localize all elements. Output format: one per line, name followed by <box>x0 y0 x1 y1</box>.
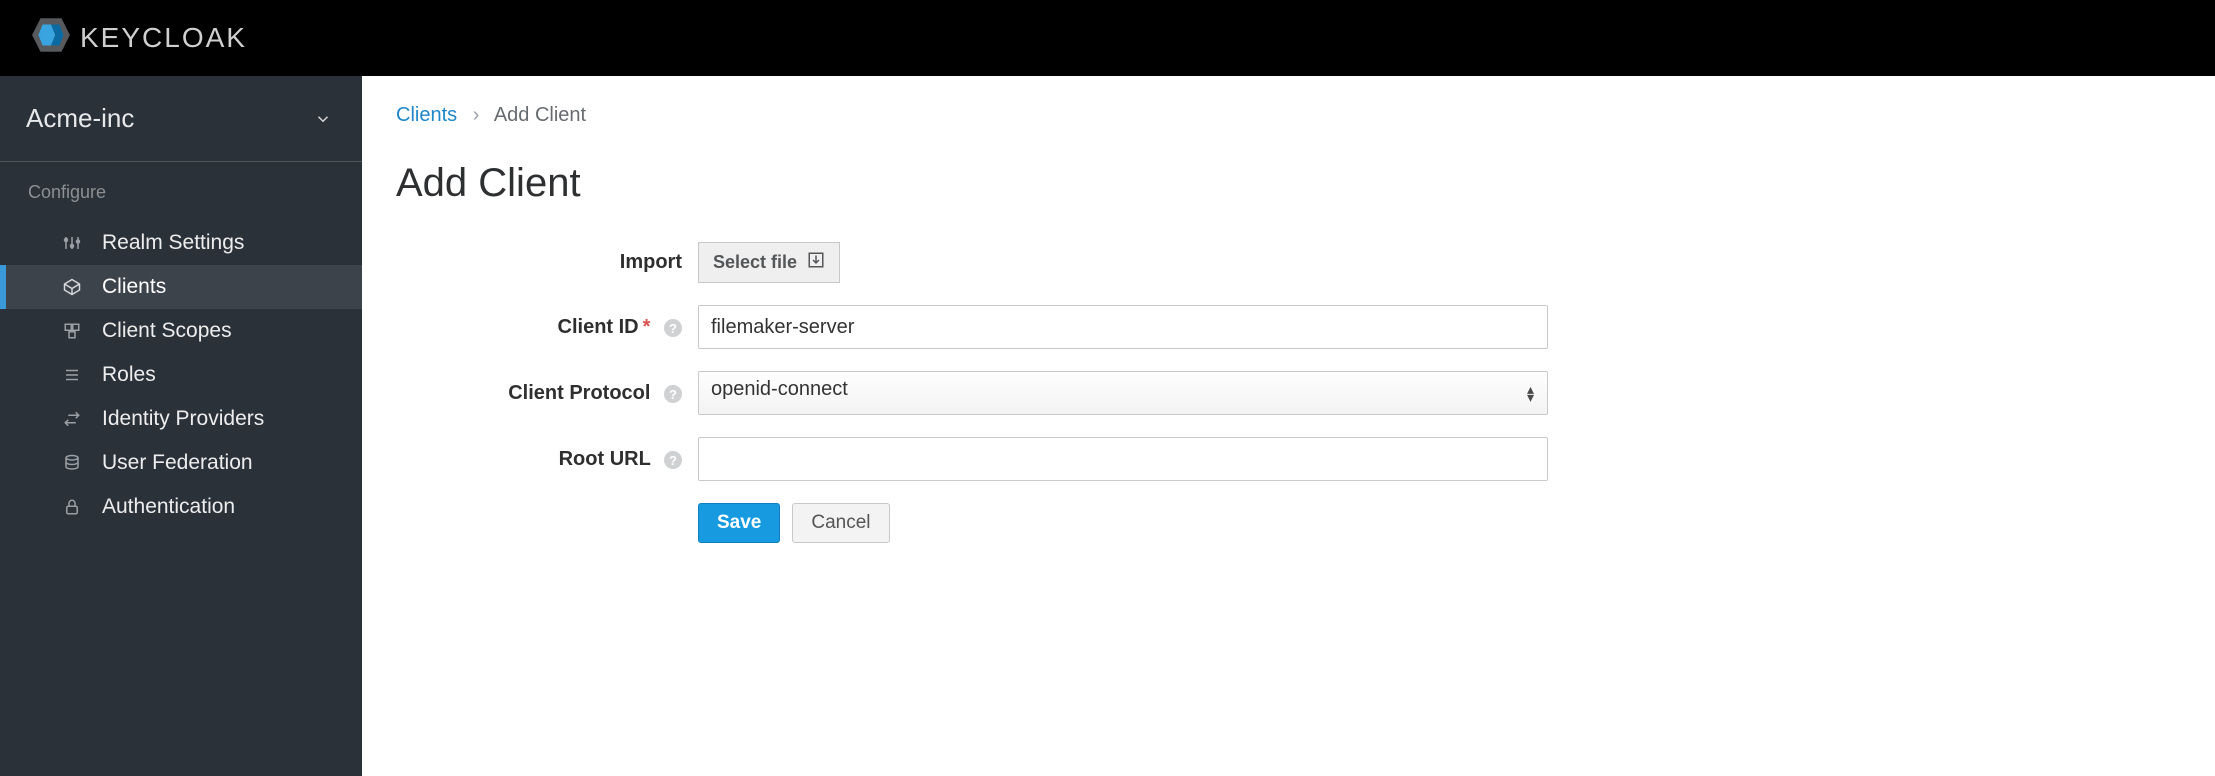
database-icon <box>60 454 84 472</box>
sidebar-item-label: Identity Providers <box>102 407 264 431</box>
help-icon[interactable]: ? <box>664 385 682 403</box>
breadcrumb: Clients › Add Client <box>396 104 2183 127</box>
import-label: Import <box>396 251 698 274</box>
client-id-label: Client ID* ? <box>396 316 698 339</box>
import-icon <box>807 251 825 274</box>
brand-logo[interactable]: KEYCLOAK <box>30 14 247 62</box>
sidebar-section-label: Configure <box>0 162 362 221</box>
top-bar: KEYCLOAK <box>0 0 2215 76</box>
sidebar-item-client-scopes[interactable]: Client Scopes <box>0 309 362 353</box>
cube-icon <box>60 278 84 296</box>
boxes-icon <box>60 322 84 340</box>
list-icon <box>60 366 84 384</box>
select-file-button[interactable]: Select file <box>698 242 840 283</box>
realm-selector[interactable]: Acme-inc <box>0 76 362 162</box>
client-protocol-label: Client Protocol ? <box>396 382 698 405</box>
sidebar-nav: Realm Settings Clients Client Scopes Rol… <box>0 221 362 529</box>
cancel-button[interactable]: Cancel <box>792 503 889 543</box>
sidebar-item-user-federation[interactable]: User Federation <box>0 441 362 485</box>
sidebar-item-label: Roles <box>102 363 156 387</box>
sidebar-item-label: Client Scopes <box>102 319 232 343</box>
sidebar: Acme-inc Configure Realm Settings Client… <box>0 76 362 776</box>
page-title: Add Client <box>396 161 2183 206</box>
sidebar-item-roles[interactable]: Roles <box>0 353 362 397</box>
client-protocol-value: openid-connect <box>711 378 848 400</box>
sliders-icon <box>60 234 84 252</box>
sidebar-item-clients[interactable]: Clients <box>0 265 362 309</box>
client-protocol-select[interactable]: openid-connect <box>698 371 1548 415</box>
root-url-label: Root URL ? <box>396 448 698 471</box>
realm-name: Acme-inc <box>26 103 134 134</box>
save-button[interactable]: Save <box>698 503 780 543</box>
help-icon[interactable]: ? <box>664 319 682 337</box>
sidebar-item-label: Authentication <box>102 495 235 519</box>
select-file-label: Select file <box>713 252 797 273</box>
sidebar-item-label: User Federation <box>102 451 253 475</box>
keycloak-logo-icon <box>30 14 72 62</box>
exchange-icon <box>60 410 84 428</box>
sidebar-item-authentication[interactable]: Authentication <box>0 485 362 529</box>
sidebar-item-identity-providers[interactable]: Identity Providers <box>0 397 362 441</box>
sidebar-item-label: Realm Settings <box>102 231 244 255</box>
breadcrumb-current: Add Client <box>494 104 586 126</box>
sidebar-item-label: Clients <box>102 275 166 299</box>
brand-name: KEYCLOAK <box>80 22 247 54</box>
sidebar-item-realm-settings[interactable]: Realm Settings <box>0 221 362 265</box>
client-id-input[interactable] <box>698 305 1548 349</box>
breadcrumb-separator: › <box>463 104 490 126</box>
help-icon[interactable]: ? <box>664 451 682 469</box>
breadcrumb-parent-link[interactable]: Clients <box>396 104 457 126</box>
root-url-input[interactable] <box>698 437 1548 481</box>
chevron-down-icon <box>314 110 332 128</box>
lock-icon <box>60 498 84 516</box>
main-content: Clients › Add Client Add Client Import S… <box>362 76 2215 776</box>
